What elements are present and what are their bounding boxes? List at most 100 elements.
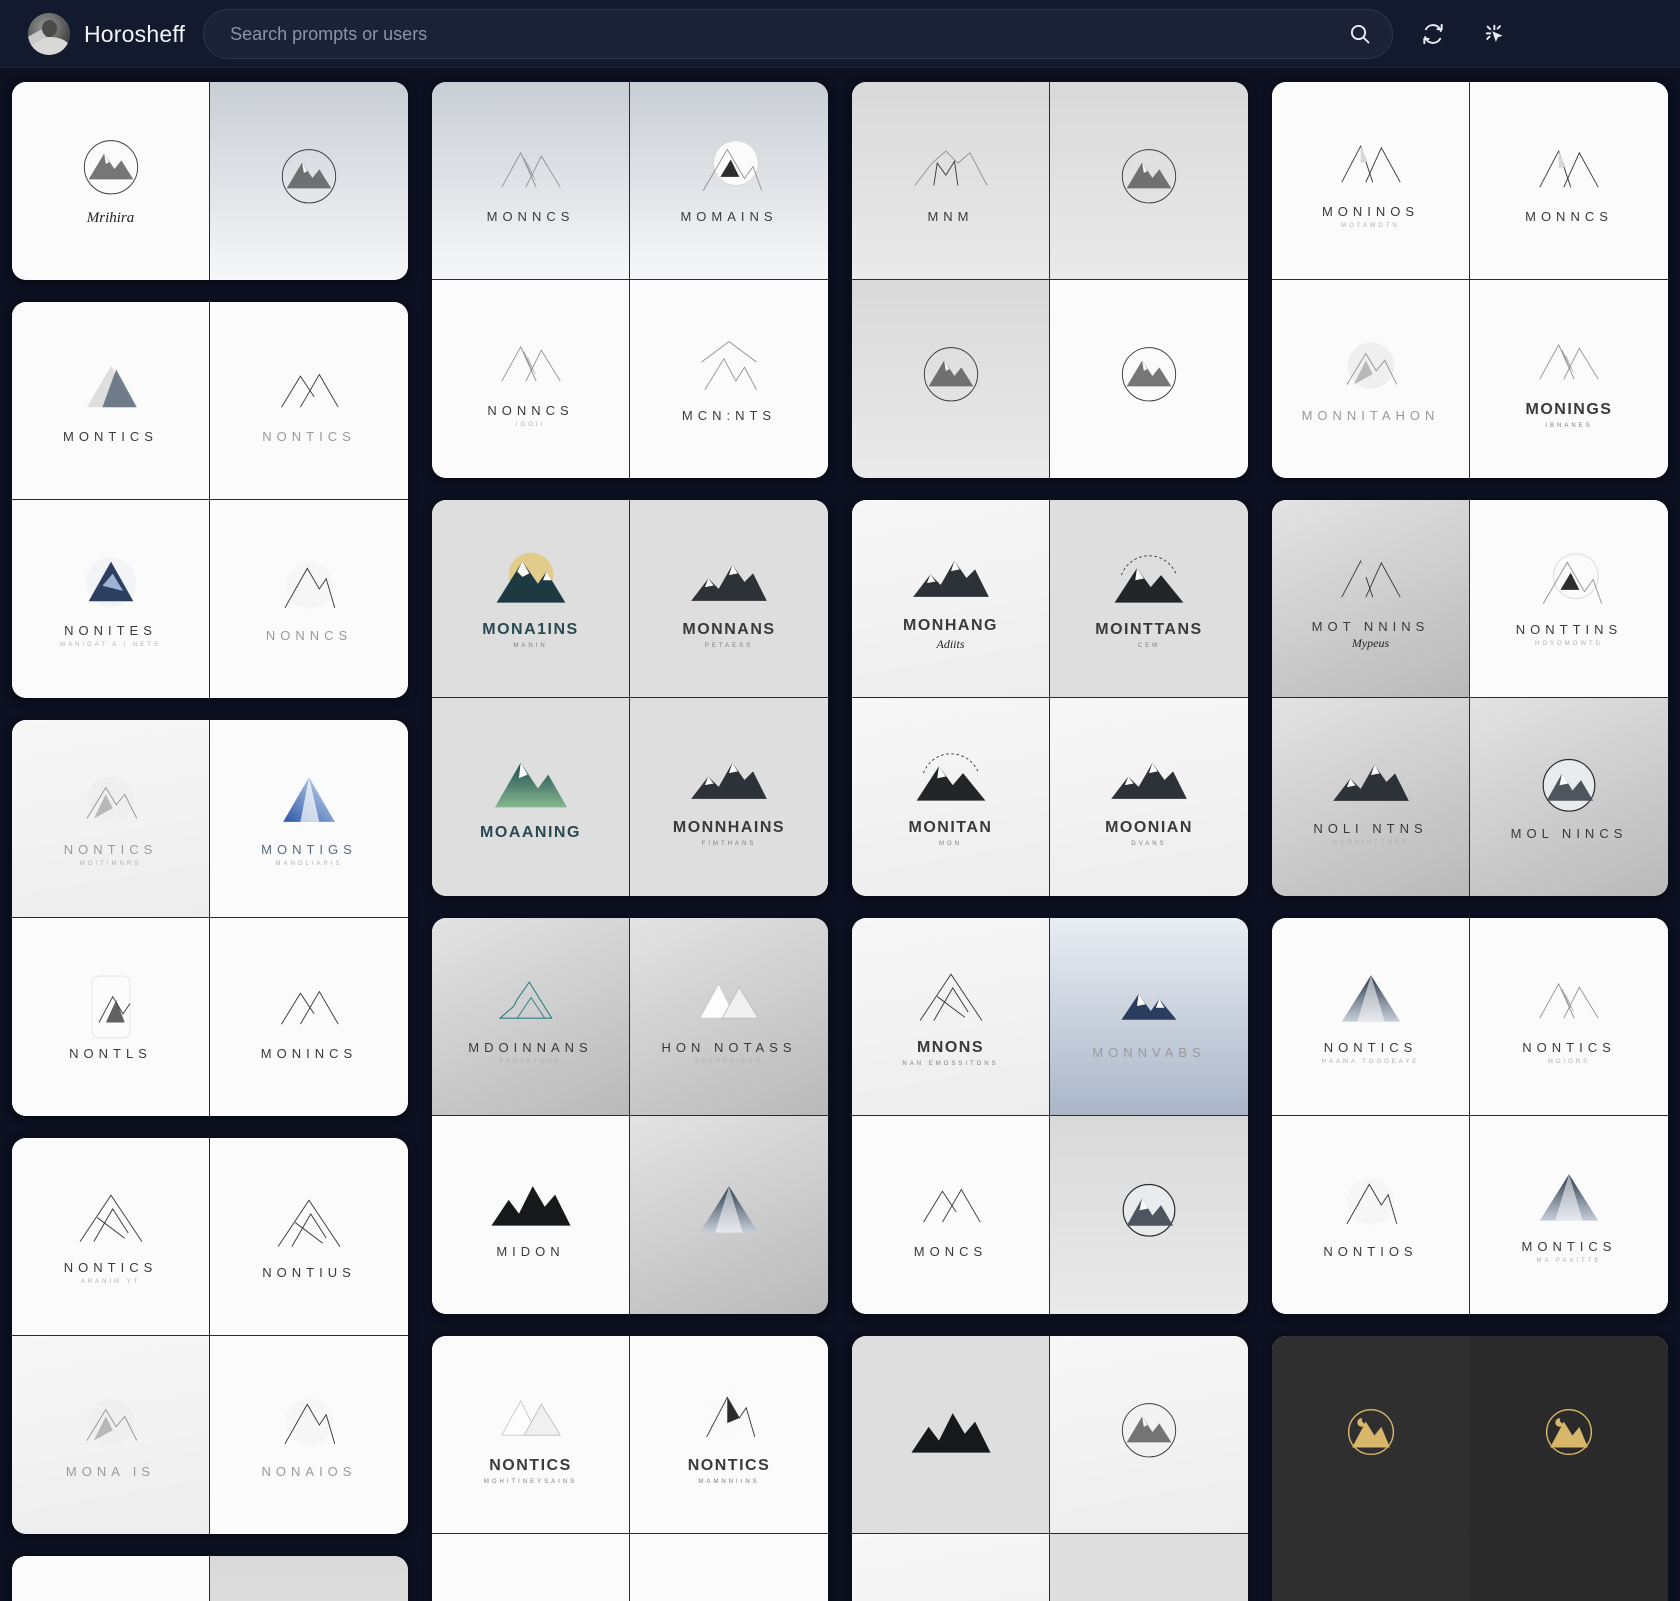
pin-masonry-board[interactable]: Mrihira MONTICS NONTICS NONITES MANIGAT A I … [0, 68, 1680, 1601]
pin-card[interactable]: NONTICS ARANIM YT NONTIUS MONA IS NONAIOS [12, 1138, 408, 1534]
pin-image-tile[interactable]: NONTIUS [210, 1138, 408, 1336]
pin-card[interactable]: MONNCS MOMAINS NONNCS IOOII MCN:NTS [432, 82, 828, 478]
pin-card[interactable]: Mrihira [12, 82, 408, 280]
search-bar[interactable] [203, 9, 1394, 59]
pin-card[interactable]: NONTICS MOITIMNRS MONTIGS MANOLIARIS NONTLS M… [12, 720, 408, 1116]
pin-image-tile[interactable]: MONINGS IBNANES [1470, 280, 1668, 478]
mountain-logo-icon [1526, 1399, 1612, 1471]
logo-wordmark-text: NONTIUS [262, 1265, 356, 1280]
pin-image-tile[interactable] [852, 1336, 1050, 1534]
pin-image-tile[interactable] [1050, 1116, 1248, 1314]
pin-image-tile[interactable]: MONITAN MON [852, 698, 1050, 896]
pin-card[interactable]: MONHANG Adiits MOINTTANS CEM MONITAN MON MOONI… [852, 500, 1248, 896]
pin-image-tile[interactable]: Mrihira [12, 82, 210, 280]
pin-card[interactable] [852, 1336, 1248, 1601]
pin-image-tile[interactable]: MONTIGS MANOLIARIS [210, 720, 408, 918]
pin-image-tile[interactable]: MONCS [852, 1116, 1050, 1314]
pin-card[interactable]: NONTICS MOHITINEYSAINS NONTICS MAMNNIINS MBR… [432, 1336, 828, 1601]
pin-image-tile[interactable]: MONNCS [1470, 82, 1668, 280]
pin-image-tile[interactable]: NONAIOS [210, 1336, 408, 1534]
pin-image-tile[interactable]: HON NOTASS BEEPEEICES [630, 918, 828, 1116]
pin-card[interactable]: MONINOS MOTAWDTN MONNCS MONNITAHON MONINGS IB… [1272, 82, 1668, 478]
pin-image-tile[interactable]: NONTICS MAMNNIINS [630, 1336, 828, 1534]
pin-image-tile[interactable]: NONTICS MOITIMNRS [12, 720, 210, 918]
pin-image-tile[interactable]: MONNCS [432, 82, 630, 280]
pin-image-tile[interactable]: MONNANS PETAESS [630, 500, 828, 698]
pin-image-tile[interactable]: MOL NINCS [1470, 698, 1668, 896]
pin-image-tile[interactable]: MOONIAN DVANS [1050, 698, 1248, 896]
cursor-click-button[interactable] [1473, 12, 1517, 56]
pin-image-tile[interactable] [1272, 1534, 1470, 1601]
pin-card[interactable]: MNM [852, 82, 1248, 478]
search-input[interactable] [230, 23, 1335, 45]
pin-image-tile[interactable]: MOAANING [432, 698, 630, 896]
pin-image-tile[interactable] [1272, 1336, 1470, 1534]
pin-card[interactable]: MONTICS NONTICS NONITES MANIGAT A I NETS NON… [12, 302, 408, 698]
mountain-logo-icon [266, 1392, 352, 1464]
pin-image-tile[interactable] [12, 1556, 210, 1601]
mountain-logo-icon [1328, 1399, 1414, 1471]
user-profile-block[interactable]: Horosheff [28, 13, 185, 55]
pin-image-tile[interactable]: NONTICS MOHITINEYSAINS [432, 1336, 630, 1534]
pin-card[interactable] [12, 1556, 408, 1601]
pin-image-tile[interactable]: NONTICS [210, 302, 408, 500]
pin-image-tile[interactable]: MONNVABS [1050, 918, 1248, 1116]
search-submit-button[interactable] [1344, 18, 1376, 50]
pin-image-tile[interactable]: MDOINNANS PAAASTUAD [432, 918, 630, 1116]
pin-image-tile[interactable]: MIDON [432, 1116, 630, 1314]
pin-image-tile[interactable]: MOINTTANS CEM [1050, 500, 1248, 698]
pin-image-tile[interactable]: MONINOS MOTAWDTN [1272, 82, 1470, 280]
pin-image-tile[interactable]: MONTICS MA PAXITTE [1470, 1116, 1668, 1314]
pin-card[interactable]: MONA1INS MANIN MONNANS PETAESS MOAANING MONNH… [432, 500, 828, 896]
pin-image-tile[interactable] [210, 82, 408, 280]
pin-image-tile[interactable]: NONTICS ARANIM YT [12, 1138, 210, 1336]
pin-card[interactable]: MNONS NAN EMOSSITONS MONNVABS MONCS [852, 918, 1248, 1314]
pin-image-tile[interactable] [1050, 280, 1248, 478]
pin-card[interactable] [1272, 1336, 1668, 1601]
mountain-logo-icon [488, 1385, 574, 1457]
pin-image-tile[interactable]: NONTIOS [1272, 1116, 1470, 1314]
pin-image-tile[interactable]: NONTLS [12, 918, 210, 1116]
user-avatar[interactable] [28, 13, 70, 55]
pin-image-tile[interactable]: MONHANG Adiits [852, 500, 1050, 698]
pin-image-tile[interactable]: MONNHAINS FIMTHANS [630, 698, 828, 896]
pin-image-tile[interactable]: NONTICS MOIORS [1470, 918, 1668, 1116]
pin-image-tile[interactable] [1050, 82, 1248, 280]
pin-image-tile[interactable] [1050, 1336, 1248, 1534]
pin-image-tile[interactable]: MOMAINS [630, 82, 828, 280]
mountain-logo-icon [488, 752, 574, 824]
mountain-logo-icon [908, 1597, 994, 1601]
logo-wordmark-text: MONA1INS [482, 620, 579, 638]
pin-image-tile[interactable]: NONNCS [210, 500, 408, 698]
pin-image-tile[interactable]: MONTICS [12, 302, 210, 500]
mountain-logo-icon [1328, 968, 1414, 1040]
pin-image-tile[interactable]: NONTICS HAAMA TOOOEAYE [1272, 918, 1470, 1116]
pin-image-tile[interactable]: MNM [852, 82, 1050, 280]
pin-image-tile[interactable]: MONA1INS MANIN [432, 500, 630, 698]
pin-card[interactable]: MDOINNANS PAAASTUAD HON NOTASS BEEPEEICES MI… [432, 918, 828, 1314]
pin-image-tile[interactable]: NONTTINS HOSOMOWTD [1470, 500, 1668, 698]
pin-image-tile[interactable] [852, 280, 1050, 478]
pin-image-tile[interactable]: MONNITAHON [1272, 280, 1470, 478]
pin-card[interactable]: MOT NNINS Mypeus NONTTINS HOSOMOWTD NOLI NTN… [1272, 500, 1668, 896]
pin-image-tile[interactable]: MOT NNINS Mypeus [1272, 500, 1470, 698]
pin-image-tile[interactable]: NOLI NTNS MORAINTTNES [1272, 698, 1470, 896]
pin-image-tile[interactable]: MONINCS [210, 918, 408, 1116]
pin-image-tile[interactable] [1470, 1534, 1668, 1601]
pin-image-tile[interactable] [852, 1534, 1050, 1601]
pin-image-tile[interactable]: MNONS NAN EMOSSITONS [852, 918, 1050, 1116]
pin-image-tile[interactable]: NONITES MANIGAT A I NETS [12, 500, 210, 698]
pin-image-tile[interactable] [1470, 1336, 1668, 1534]
logo-tagline-text: ARANIM YT [80, 1279, 141, 1285]
pin-image-tile[interactable] [630, 1116, 828, 1314]
pin-image-tile[interactable]: MCN:NTS [630, 280, 828, 478]
pin-image-tile[interactable] [210, 1556, 408, 1601]
pin-image-tile[interactable]: NONNCS IOOII [432, 280, 630, 478]
pin-image-tile[interactable] [630, 1534, 828, 1601]
logo-wordmark-text: MONITAN [908, 819, 993, 836]
pin-image-tile[interactable]: MBRKNTSNS [432, 1534, 630, 1601]
pin-image-tile[interactable]: MONA IS [12, 1336, 210, 1534]
pin-card[interactable]: NONTICS HAAMA TOOOEAYE NONTICS MOIORS NONTIO… [1272, 918, 1668, 1314]
pin-image-tile[interactable] [1050, 1534, 1248, 1601]
refresh-button[interactable] [1411, 12, 1455, 56]
